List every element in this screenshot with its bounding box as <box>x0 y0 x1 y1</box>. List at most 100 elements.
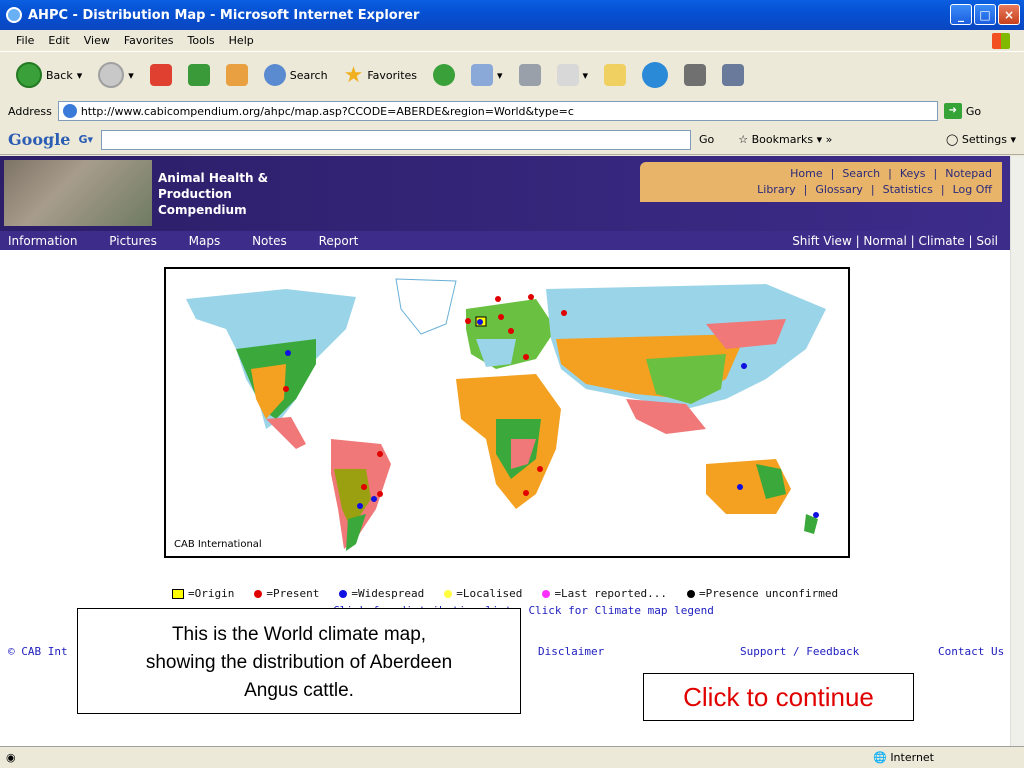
world-climate-map[interactable]: CAB International <box>164 267 850 558</box>
google-toolbar: Google G▾ Go ☆ Bookmarks ▾ » ◯ Settings … <box>0 125 1024 155</box>
menu-tools[interactable]: Tools <box>188 34 215 47</box>
home-button[interactable] <box>222 61 252 89</box>
windows-logo-icon <box>992 33 1010 49</box>
address-input[interactable]: http://www.cabicompendium.org/ahpc/map.a… <box>57 101 938 121</box>
mail-button[interactable]: ▾ <box>467 61 507 89</box>
nav-statistics[interactable]: Statistics <box>883 183 933 196</box>
map-legend: =Origin =Present =Widespread =Localised … <box>172 587 838 600</box>
continue-button[interactable]: Click to continue <box>643 673 914 721</box>
nav-glossary[interactable]: Glossary <box>815 183 863 196</box>
nav-keys[interactable]: Keys <box>900 167 926 180</box>
google-g-icon: G▾ <box>78 133 94 146</box>
legend-origin: =Origin <box>172 587 234 600</box>
tab-pictures[interactable]: Pictures <box>109 234 157 248</box>
tab-information[interactable]: Information <box>8 234 77 248</box>
window-title: AHPC - Distribution Map - Microsoft Inte… <box>28 7 420 23</box>
support-link[interactable]: Support / Feedback <box>740 645 859 658</box>
menu-file[interactable]: File <box>16 34 34 47</box>
legend-widespread: =Widespread <box>339 587 424 600</box>
calendar-button[interactable] <box>718 61 748 89</box>
page-status-icon: ◉ <box>6 751 16 764</box>
print-icon <box>518 64 541 86</box>
edit-button[interactable]: ▾ <box>553 61 593 89</box>
favorites-button[interactable]: ★ Favorites <box>340 60 421 91</box>
menu-bar: File Edit View Favorites Tools Help <box>0 30 1024 52</box>
maximize-button[interactable]: □ <box>974 4 996 25</box>
tab-report[interactable]: Report <box>319 234 359 248</box>
nav-library[interactable]: Library <box>757 183 795 196</box>
k-icon <box>684 64 707 86</box>
view-options[interactable]: Shift View | Normal | Climate | Soil <box>792 234 998 248</box>
nav-logoff[interactable]: Log Off <box>953 183 992 196</box>
menu-favorites[interactable]: Favorites <box>124 34 174 47</box>
tab-maps[interactable]: Maps <box>189 234 221 248</box>
page-content: Animal Health & Production Compendium Ho… <box>0 156 1010 746</box>
sub-nav: Information Pictures Maps Notes Report S… <box>0 231 1010 250</box>
search-button[interactable]: Search <box>260 61 332 89</box>
tab-notes[interactable]: Notes <box>252 234 287 248</box>
site-title: Animal Health & Production Compendium <box>158 171 269 217</box>
back-button[interactable]: Back ▾ <box>12 59 86 91</box>
address-bar: Address http://www.cabicompendium.org/ah… <box>0 98 1024 124</box>
google-search-input[interactable] <box>101 129 692 150</box>
bookmarks-button[interactable]: ☆ Bookmarks ▾ » <box>738 133 832 146</box>
browser-window: AHPC - Distribution Map - Microsoft Inte… <box>0 0 1024 768</box>
map-credit: CAB International <box>174 539 262 550</box>
nav-home[interactable]: Home <box>790 167 822 180</box>
mail-icon <box>471 64 494 86</box>
menu-edit[interactable]: Edit <box>48 34 69 47</box>
legend-last-reported: =Last reported... <box>542 587 667 600</box>
copyright-link[interactable]: © CAB Int <box>8 645 68 658</box>
menu-help[interactable]: Help <box>229 34 254 47</box>
disclaimer-link[interactable]: Disclaimer <box>538 645 604 658</box>
page-icon <box>62 104 77 118</box>
climate-legend-link[interactable]: Click for Climate map legend <box>528 604 713 617</box>
ie-icon <box>6 7 22 23</box>
forward-button[interactable]: ▾ <box>94 59 138 91</box>
google-go-button[interactable]: Go <box>699 133 714 146</box>
calendar-icon <box>722 64 745 86</box>
title-bar: AHPC - Distribution Map - Microsoft Inte… <box>0 0 1024 30</box>
minimize-button[interactable]: _ <box>950 4 972 25</box>
go-arrow-icon: ➜ <box>943 103 962 119</box>
globe-button[interactable] <box>638 59 672 91</box>
stop-button[interactable] <box>146 61 176 89</box>
folder-icon <box>604 64 627 86</box>
home-icon <box>225 64 248 86</box>
map-svg <box>166 269 848 556</box>
settings-button[interactable]: ◯ Settings ▾ <box>946 133 1016 146</box>
search-icon <box>263 64 286 86</box>
stop-icon <box>149 64 172 86</box>
history-button[interactable] <box>429 61 459 89</box>
site-nav: Home | Search | Keys | Notepad Library | Glossar… <box>640 162 1002 202</box>
site-header: Animal Health & Production Compendium Ho… <box>0 156 1010 231</box>
vertical-scrollbar[interactable] <box>1010 156 1024 746</box>
google-logo: Google <box>8 130 71 149</box>
print-button[interactable] <box>515 61 545 89</box>
edit-icon <box>556 64 579 86</box>
close-button[interactable]: × <box>998 4 1020 25</box>
contact-link[interactable]: Contact Us <box>938 645 1004 658</box>
status-bar: ◉ 🌐 Internet <box>0 746 1024 768</box>
folder-button[interactable] <box>600 61 630 89</box>
legend-present: =Present <box>254 587 319 600</box>
back-arrow-icon <box>16 62 42 88</box>
nav-search[interactable]: Search <box>842 167 880 180</box>
header-photo <box>4 160 152 226</box>
forward-arrow-icon <box>98 62 125 88</box>
legend-localised: =Localised <box>444 587 522 600</box>
address-label: Address <box>8 104 52 118</box>
history-icon <box>433 64 456 86</box>
go-button[interactable]: ➜ Go <box>943 103 981 119</box>
toolbar: Back ▾ ▾ Search ★ Favorites ▾ ▾ <box>0 53 1024 97</box>
globe-icon <box>642 62 669 88</box>
zone-indicator: 🌐 Internet <box>873 751 934 764</box>
k-button[interactable] <box>680 61 710 89</box>
tutorial-caption: This is the World climate map, showing t… <box>77 608 521 714</box>
refresh-button[interactable] <box>184 61 214 89</box>
menu-view[interactable]: View <box>84 34 110 47</box>
refresh-icon <box>187 64 210 86</box>
legend-unconfirmed: =Presence unconfirmed <box>687 587 838 600</box>
nav-notepad[interactable]: Notepad <box>945 167 992 180</box>
star-icon: ★ <box>343 62 364 88</box>
